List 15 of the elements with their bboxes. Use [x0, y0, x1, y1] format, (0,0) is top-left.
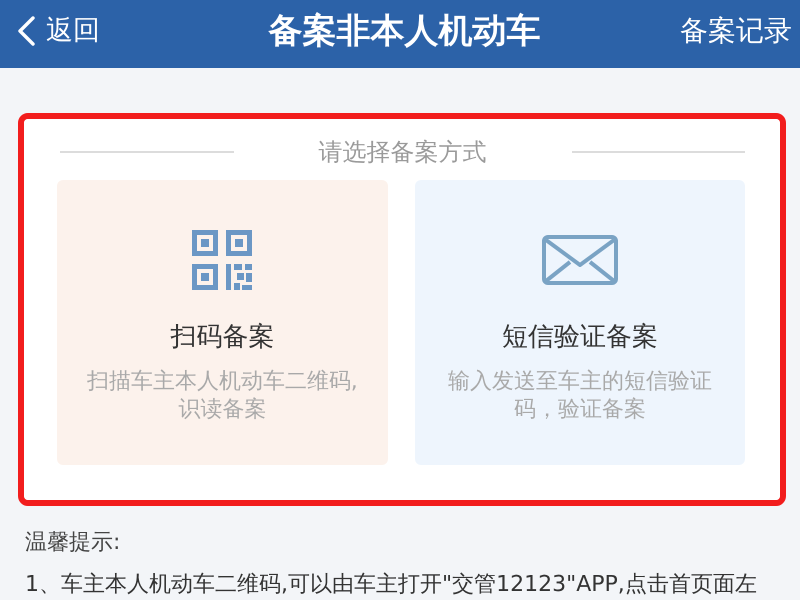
option-title: 短信验证备案	[502, 324, 658, 350]
tips-heading: 温馨提示:	[25, 529, 122, 557]
option-card[interactable]: 短信验证备案 输入发送至车主的短信验证码，验证备案	[414, 180, 745, 465]
chevron-left-icon	[17, 16, 35, 46]
qr-code-icon	[192, 230, 252, 290]
envelope-icon	[542, 235, 618, 285]
tip-text: 1、车主本人机动车二维码,可以由车主打开"交管12123"APP,点击首页面左	[25, 572, 758, 598]
option-card[interactable]: 扫码备案 扫描车主本人机动车二维码,识读备案	[57, 180, 388, 465]
back-button[interactable]: 返回	[17, 14, 100, 46]
section-heading: 请选择备案方式	[318, 139, 486, 165]
option-title: 扫码备案	[170, 324, 274, 350]
records-link[interactable]: 备案记录	[680, 14, 792, 48]
option-description: 输入发送至车主的短信验证码，验证备案	[446, 368, 713, 424]
option-description: 扫描车主本人机动车二维码,识读备案	[86, 368, 359, 424]
page-title: 备案非本人机动车	[268, 10, 540, 50]
